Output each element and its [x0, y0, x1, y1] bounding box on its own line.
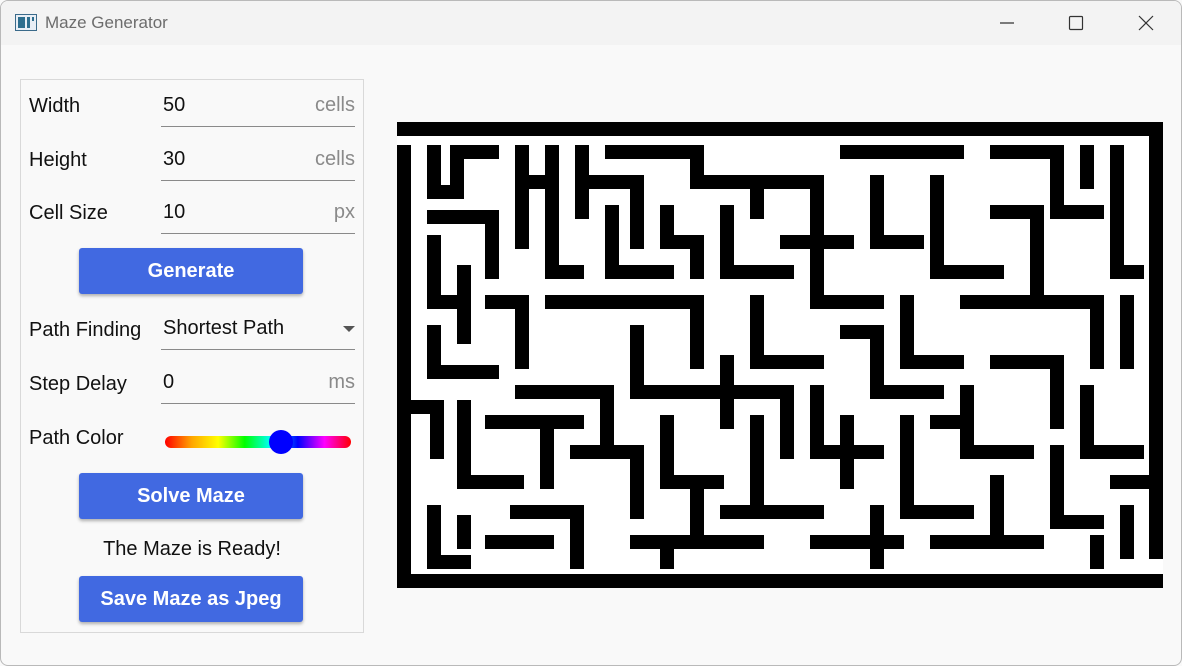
cell-size-value[interactable]: 10 [163, 201, 185, 224]
app-icon [15, 14, 37, 31]
path-color-label: Path Color [29, 427, 124, 449]
cell-size-label: Cell Size [29, 202, 108, 224]
height-value[interactable]: 30 [163, 148, 185, 171]
cell-size-field[interactable]: 10 px [161, 187, 355, 234]
minimize-button[interactable] [972, 1, 1042, 45]
step-delay-value[interactable]: 0 [163, 371, 174, 394]
step-delay-unit: ms [328, 371, 355, 393]
maximize-icon [1068, 15, 1084, 31]
height-field[interactable]: 30 cells [161, 134, 355, 181]
width-unit: cells [314, 94, 355, 116]
close-button[interactable] [1111, 1, 1181, 45]
width-field[interactable]: 50 cells [161, 80, 355, 127]
solve-maze-button[interactable]: Solve Maze [79, 473, 303, 519]
settings-panel: Width 50 cells Height 30 cells Cell Size… [20, 79, 364, 633]
status-text: The Maze is Ready! [103, 538, 281, 560]
maximize-button[interactable] [1041, 1, 1111, 45]
hue-track[interactable] [165, 436, 351, 448]
app-window: Maze Generator Width 50 cells Height 30 [0, 0, 1182, 666]
minimize-icon [1000, 22, 1014, 24]
step-delay-label: Step Delay [29, 373, 127, 395]
title-bar[interactable]: Maze Generator [1, 1, 1181, 45]
height-unit: cells [314, 148, 355, 170]
height-label: Height [29, 149, 87, 171]
path-finding-label: Path Finding [29, 319, 142, 341]
slider-thumb[interactable] [269, 430, 293, 454]
maze-canvas [397, 122, 1163, 588]
path-color-slider[interactable] [165, 430, 353, 456]
close-icon [1138, 15, 1154, 31]
generate-button[interactable]: Generate [79, 248, 303, 294]
step-delay-field[interactable]: 0 ms [161, 357, 355, 404]
width-value[interactable]: 50 [163, 94, 185, 117]
width-label: Width [29, 95, 81, 117]
save-maze-button[interactable]: Save Maze as Jpeg [79, 576, 303, 622]
path-finding-select[interactable]: Shortest Path [161, 303, 355, 350]
chevron-down-icon [343, 326, 355, 332]
path-finding-value: Shortest Path [163, 317, 285, 339]
window-title: Maze Generator [45, 13, 168, 32]
cell-size-unit: px [333, 201, 355, 223]
